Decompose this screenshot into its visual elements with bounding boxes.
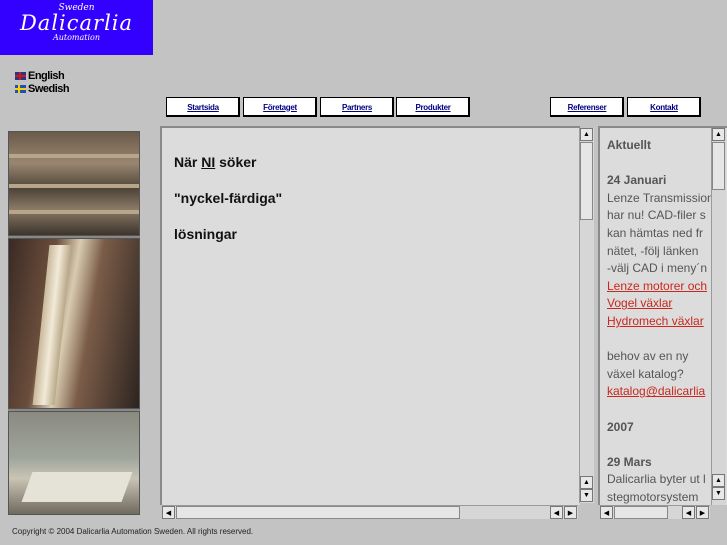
news-text: nätet, -följ länken xyxy=(607,243,699,258)
main-vertical-scrollbar[interactable]: ▲ ▲ ▼ xyxy=(579,128,594,503)
headline-emphasis: NI xyxy=(201,154,216,170)
scroll-left-arrow-icon[interactable]: ◀ xyxy=(162,506,175,519)
main-content-frame: När NI söker "nyckel-färdiga" lösningar xyxy=(160,126,580,505)
factory-photo-2 xyxy=(8,238,140,409)
scroll-up-arrow-icon[interactable]: ▲ xyxy=(712,474,725,487)
copyright-footer: Copyright © 2004 Dalicarlia Automation S… xyxy=(12,527,254,536)
scroll-up-arrow-icon[interactable]: ▲ xyxy=(580,128,593,141)
scroll-right-arrow-icon[interactable]: ▶ xyxy=(696,506,709,519)
main-horizontal-scrollbar[interactable]: ◀ ◀ ▶ xyxy=(162,505,578,519)
news-frame: Aktuellt 24 Januari Lenze Transmission h… xyxy=(598,126,727,505)
scroll-down-arrow-icon[interactable]: ▼ xyxy=(712,487,725,500)
language-selector: English Swedish xyxy=(15,69,70,95)
news-horizontal-scrollbar[interactable]: ◀ ◀ ▶ xyxy=(600,505,710,519)
scroll-up-arrow-icon[interactable]: ▲ xyxy=(712,128,725,141)
language-swedish-label: Swedish xyxy=(28,82,70,95)
uk-flag-icon xyxy=(15,71,26,80)
news-text: -välj CAD i meny´n xyxy=(607,261,708,276)
scroll-left-arrow-icon[interactable]: ◀ xyxy=(600,506,613,519)
news-hscroll-thumb[interactable] xyxy=(614,506,668,519)
news-link[interactable]: Hydromech växlar xyxy=(607,314,704,328)
language-english-link[interactable]: English xyxy=(15,69,69,82)
headline-line-3: lösningar xyxy=(174,226,238,242)
news-text: stegmotorsystem xyxy=(607,489,699,504)
news-text: behov av en ny xyxy=(607,349,689,364)
news-text: växel katalog? xyxy=(607,366,684,381)
nav-foretaget[interactable]: Företaget xyxy=(243,97,317,117)
scroll-right-arrow-icon[interactable]: ▶ xyxy=(564,506,577,519)
nav-startsida[interactable]: Startsida xyxy=(166,97,240,117)
news-link[interactable]: Lenze motorer och xyxy=(607,279,707,293)
nav-referenser[interactable]: Referenser xyxy=(550,97,624,117)
news-link[interactable]: Vogel växlar xyxy=(607,296,672,310)
scroll-up-arrow-icon[interactable]: ▲ xyxy=(580,476,593,489)
news-content: Aktuellt 24 Januari Lenze Transmission h… xyxy=(607,137,717,505)
news-email-link[interactable]: katalog@dalicarlia xyxy=(607,384,705,398)
news-text: Lenze Transmission xyxy=(607,190,714,205)
news-vertical-scrollbar[interactable]: ▲ ▲ ▼ xyxy=(711,128,726,505)
factory-photo-1 xyxy=(8,131,140,236)
nav-partners[interactable]: Partners xyxy=(320,97,394,117)
photo-column xyxy=(8,131,140,515)
news-title: Aktuellt xyxy=(607,138,652,152)
news-text: kan hämtas ned fr xyxy=(607,225,704,240)
factory-photo-3 xyxy=(8,411,140,515)
language-english-label: English xyxy=(28,69,65,82)
headline-line-1: När NI söker xyxy=(174,154,257,170)
nav-produkter[interactable]: Produkter xyxy=(396,97,470,117)
page: Sweden Dalicarlia Automation English Swe… xyxy=(0,0,727,545)
nav-kontakt[interactable]: Kontakt xyxy=(627,97,701,117)
main-scroll-thumb[interactable] xyxy=(580,142,593,220)
sweden-flag-icon xyxy=(15,84,26,93)
news-scroll-thumb[interactable] xyxy=(712,142,725,190)
news-year: 2007 xyxy=(607,419,634,434)
main-hscroll-thumb[interactable] xyxy=(176,506,460,519)
scroll-down-arrow-icon[interactable]: ▼ xyxy=(580,489,593,502)
news-text: har nu! CAD-filer s xyxy=(607,208,706,223)
news-date: 24 Januari xyxy=(607,173,667,188)
scroll-left-arrow-icon[interactable]: ◀ xyxy=(550,506,563,519)
scroll-left-arrow-icon[interactable]: ◀ xyxy=(682,506,695,519)
logo-name: Dalicarlia xyxy=(19,11,134,35)
news-text: Dalicarlia byter ut l xyxy=(607,472,706,487)
news-date: 29 Mars xyxy=(607,454,652,469)
logo[interactable]: Sweden Dalicarlia Automation xyxy=(0,0,153,55)
language-swedish-link[interactable]: Swedish xyxy=(15,82,70,95)
headline-line-2: "nyckel-färdiga" xyxy=(174,190,283,206)
